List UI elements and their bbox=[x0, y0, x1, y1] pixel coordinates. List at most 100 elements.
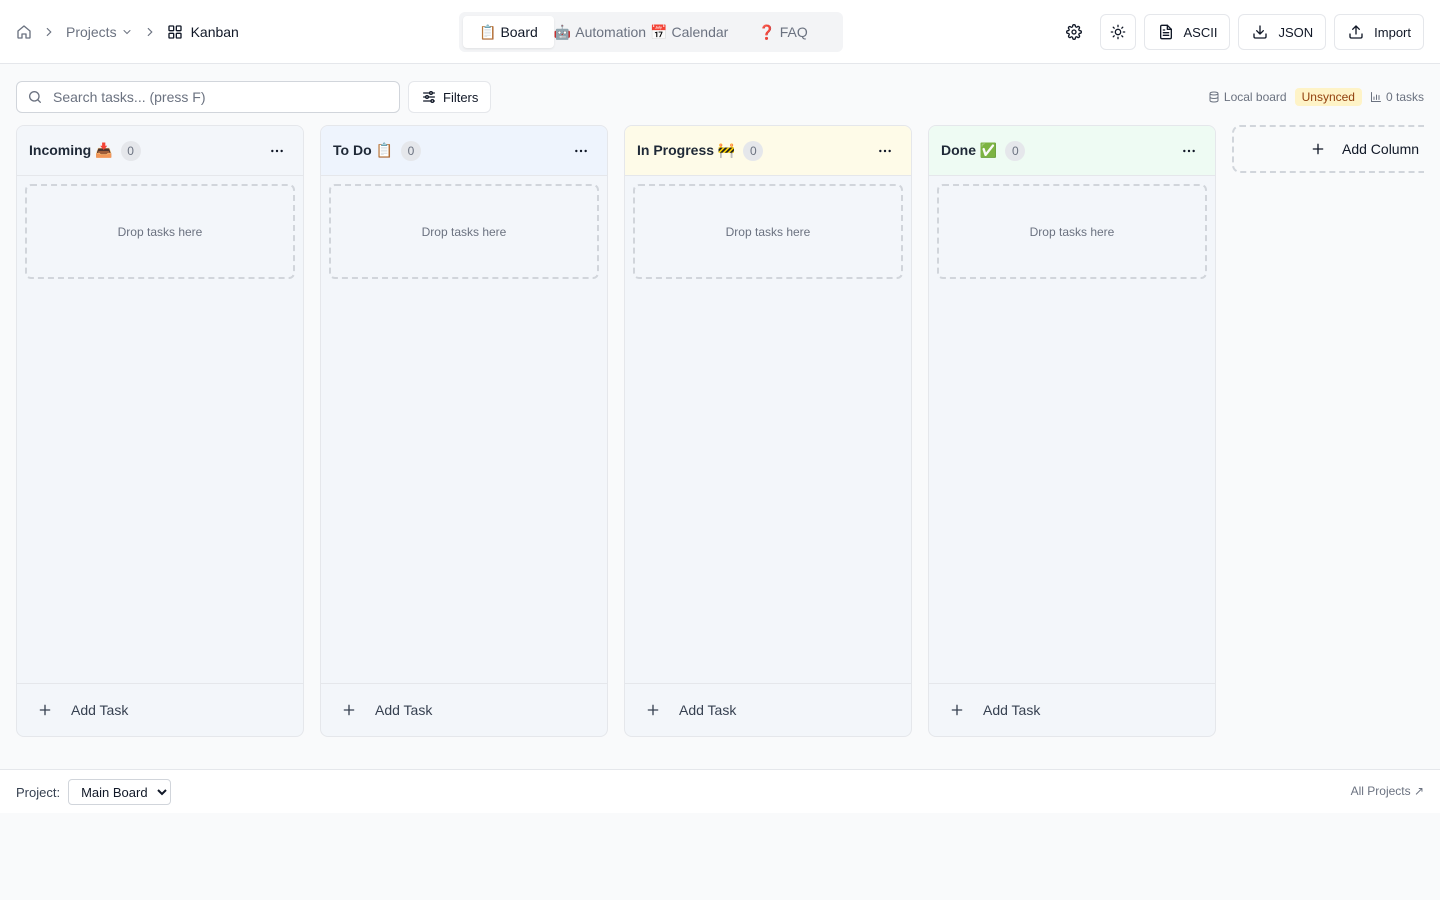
home-icon[interactable] bbox=[16, 24, 32, 40]
breadcrumb-current: Kanban bbox=[167, 24, 239, 40]
breadcrumb-current-label: Kanban bbox=[190, 24, 239, 40]
column-count-badge: 0 bbox=[743, 140, 764, 161]
import-label: Import bbox=[1374, 24, 1411, 40]
project-switcher: Project: Main Board bbox=[16, 779, 172, 805]
add-column-button[interactable]: Add Column bbox=[1232, 125, 1424, 173]
view-tabs: 📋 Board 🤖 Automation 📅 Calendar ❓ FAQ bbox=[459, 12, 843, 52]
breadcrumb-projects[interactable]: Projects bbox=[66, 24, 133, 40]
column-menu-button[interactable] bbox=[1175, 137, 1203, 165]
page-background bbox=[0, 813, 1440, 900]
column-title: To Do 📋 bbox=[333, 142, 393, 158]
upload-icon bbox=[1349, 25, 1363, 39]
export-json-label: JSON bbox=[1278, 24, 1314, 40]
plus-icon bbox=[1312, 143, 1324, 155]
drop-zone[interactable]: Drop tasks here bbox=[25, 184, 295, 279]
column-menu-button[interactable] bbox=[567, 137, 595, 165]
gear-icon bbox=[1065, 24, 1082, 40]
column-count-badge: 0 bbox=[400, 140, 421, 161]
project-select[interactable]: Main Board bbox=[68, 779, 172, 805]
chevron-right-icon bbox=[41, 24, 57, 40]
question-icon: ❓ bbox=[758, 23, 776, 40]
export-ascii-button[interactable]: ASCII bbox=[1143, 14, 1231, 50]
export-json-button[interactable]: JSON bbox=[1238, 14, 1327, 50]
column-title: Done ✅ bbox=[941, 142, 998, 158]
column-header[interactable]: Incoming 📥 0 bbox=[17, 126, 303, 176]
drop-zone[interactable]: Drop tasks here bbox=[329, 184, 599, 279]
chevron-down-icon bbox=[123, 30, 131, 35]
add-task-label: Add Task bbox=[375, 702, 433, 718]
sliders-icon bbox=[423, 91, 435, 103]
plus-icon bbox=[647, 704, 659, 716]
add-task-label: Add Task bbox=[71, 702, 129, 718]
more-horizontal-icon bbox=[271, 149, 283, 152]
header-actions: ASCII JSON Import bbox=[1056, 14, 1424, 50]
column-count-badge: 0 bbox=[120, 140, 141, 161]
breadcrumb: Projects Kanban bbox=[16, 20, 239, 44]
add-task-button[interactable]: Add Task bbox=[625, 683, 911, 736]
board-toolbar: Filters Local board Unsynced 0 tasks bbox=[16, 81, 1424, 113]
database-icon bbox=[1209, 91, 1219, 103]
column-header[interactable]: Done ✅ 0 bbox=[929, 126, 1215, 176]
settings-button[interactable] bbox=[1056, 14, 1092, 50]
app-header: Projects Kanban 📋 Board 🤖 Automation 📅 C… bbox=[0, 0, 1440, 64]
add-task-button[interactable]: Add Task bbox=[17, 683, 303, 736]
add-task-label: Add Task bbox=[679, 702, 737, 718]
storage-label: Local board bbox=[1223, 90, 1287, 104]
clipboard-icon: 📋 bbox=[479, 23, 497, 40]
column-menu-button[interactable] bbox=[871, 137, 899, 165]
add-column-label: Add Column bbox=[1342, 141, 1420, 157]
all-projects-link[interactable]: All Projects ↗ bbox=[1351, 784, 1424, 798]
plus-icon bbox=[39, 704, 51, 716]
more-horizontal-icon bbox=[575, 149, 587, 152]
task-count: 0 tasks bbox=[1370, 90, 1424, 104]
column-in-progress: In Progress 🚧 0 Drop tasks here Add Task bbox=[624, 125, 912, 737]
board-status: Local board Unsynced 0 tasks bbox=[1208, 81, 1424, 113]
column-title: In Progress 🚧 bbox=[637, 142, 736, 158]
column-todo: To Do 📋 0 Drop tasks here Add Task bbox=[320, 125, 608, 737]
tab-automation-label: Automation bbox=[575, 24, 647, 40]
add-task-label: Add Task bbox=[983, 702, 1041, 718]
project-label: Project: bbox=[16, 784, 61, 800]
grid-icon bbox=[167, 25, 182, 39]
column-header[interactable]: In Progress 🚧 0 bbox=[625, 126, 911, 176]
download-icon bbox=[1253, 25, 1268, 39]
kanban-board: Incoming 📥 0 Drop tasks here Add Task To… bbox=[16, 125, 1424, 737]
breadcrumb-projects-label: Projects bbox=[66, 24, 117, 40]
theme-toggle-button[interactable] bbox=[1099, 14, 1136, 50]
filters-label: Filters bbox=[443, 89, 479, 105]
bar-chart-icon bbox=[1370, 92, 1381, 102]
more-horizontal-icon bbox=[879, 149, 891, 152]
add-task-button[interactable]: Add Task bbox=[929, 683, 1215, 736]
drop-zone[interactable]: Drop tasks here bbox=[633, 184, 903, 279]
tab-faq-label: FAQ bbox=[779, 24, 808, 40]
column-count-badge: 0 bbox=[1005, 140, 1026, 161]
search-input[interactable] bbox=[53, 89, 373, 105]
chevron-right-icon bbox=[142, 24, 158, 40]
sun-icon bbox=[1110, 24, 1125, 40]
robot-icon: 🤖 bbox=[553, 23, 572, 40]
column-header[interactable]: To Do 📋 0 bbox=[321, 126, 607, 176]
filters-button[interactable]: Filters bbox=[408, 81, 492, 113]
search-icon bbox=[29, 91, 41, 103]
tab-board-label: Board bbox=[500, 24, 538, 40]
column-menu-button[interactable] bbox=[263, 137, 291, 165]
import-button[interactable]: Import bbox=[1334, 14, 1424, 50]
document-icon bbox=[1159, 24, 1172, 40]
more-horizontal-icon bbox=[1183, 149, 1195, 152]
tab-board[interactable]: 📋 Board bbox=[463, 16, 554, 48]
tab-faq[interactable]: ❓ FAQ bbox=[742, 16, 807, 48]
tab-calendar-label: Calendar bbox=[671, 24, 729, 40]
task-count-label: 0 tasks bbox=[1385, 90, 1424, 104]
tab-calendar[interactable]: 📅 Calendar bbox=[648, 16, 742, 48]
calendar-icon: 📅 bbox=[650, 23, 668, 40]
tab-automation[interactable]: 🤖 Automation bbox=[554, 16, 648, 48]
drop-zone[interactable]: Drop tasks here bbox=[937, 184, 1207, 279]
column-incoming: Incoming 📥 0 Drop tasks here Add Task bbox=[16, 125, 304, 737]
storage-status: Local board bbox=[1208, 90, 1287, 104]
search-box bbox=[16, 81, 400, 113]
add-task-button[interactable]: Add Task bbox=[321, 683, 607, 736]
column-done: Done ✅ 0 Drop tasks here Add Task bbox=[928, 125, 1216, 737]
plus-icon bbox=[951, 704, 963, 716]
column-title: Incoming 📥 bbox=[29, 142, 113, 158]
export-ascii-label: ASCII bbox=[1183, 24, 1218, 40]
